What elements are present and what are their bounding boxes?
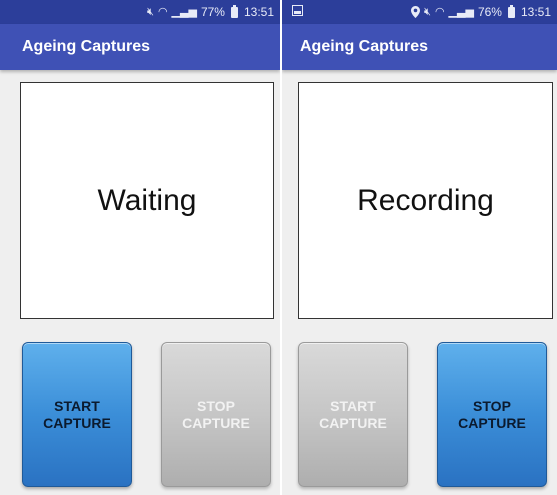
app-title: Ageing Captures [300, 38, 429, 55]
location-icon [411, 6, 420, 18]
clock: 13:51 [243, 5, 274, 19]
wifi-icon: ◠ [157, 5, 168, 18]
clock: 13:51 [520, 5, 551, 19]
battery-icon [507, 4, 515, 18]
mute-icon: 🔇︎ [424, 5, 431, 18]
signal-icon: ▁▃▅ [171, 5, 197, 18]
app-bar: Ageing Captures [282, 24, 557, 70]
status-bar: 🔇︎ ◠ ▁▃▅ 76% 13:51 [282, 0, 557, 24]
app-title: Ageing Captures [22, 38, 151, 55]
battery-icon [230, 4, 238, 18]
status-display: Recording [298, 82, 553, 319]
start-capture-button[interactable]: START CAPTURE [22, 342, 132, 487]
start-capture-button[interactable]: START CAPTURE [298, 342, 408, 487]
status-text: Waiting [97, 183, 197, 217]
stop-capture-button[interactable]: STOP CAPTURE [161, 342, 271, 487]
battery-percent: 76% [477, 5, 502, 19]
phone-screen-waiting: 🔇︎ ◠ ▁▃▅ 77% 13:51 Ageing Captures Waiti… [0, 0, 280, 495]
phone-screen-recording: 🔇︎ ◠ ▁▃▅ 76% 13:51 Ageing Captures Recor… [282, 0, 557, 495]
signal-icon: ▁▃▅ [448, 5, 474, 18]
wifi-icon: ◠ [434, 5, 445, 18]
image-notification-icon [292, 5, 303, 16]
status-text: Recording [357, 183, 494, 217]
status-bar: 🔇︎ ◠ ▁▃▅ 77% 13:51 [0, 0, 280, 24]
battery-percent: 77% [200, 5, 225, 19]
mute-icon: 🔇︎ [147, 5, 154, 18]
status-display: Waiting [20, 82, 274, 319]
app-bar: Ageing Captures [0, 24, 280, 70]
stop-capture-button[interactable]: STOP CAPTURE [437, 342, 547, 487]
